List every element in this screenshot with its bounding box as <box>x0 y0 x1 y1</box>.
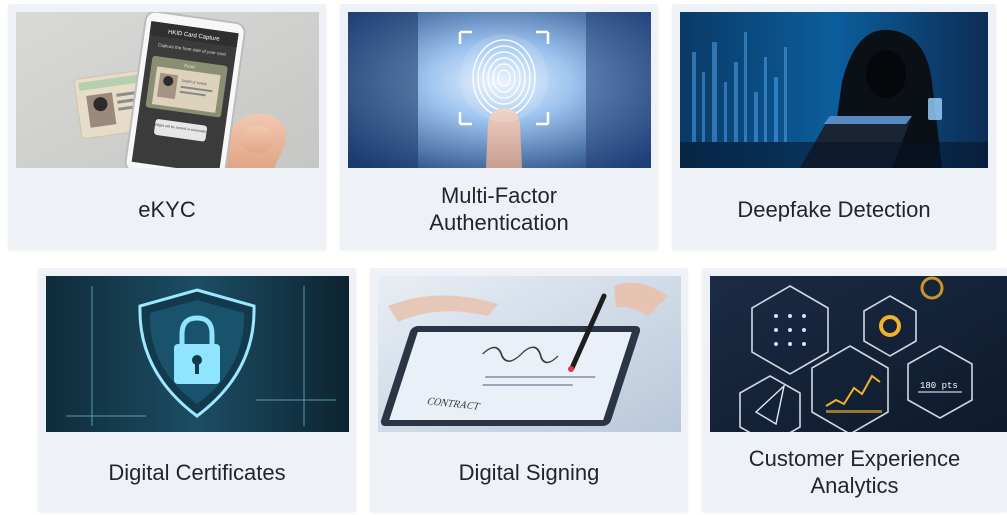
solution-card-multi-factor-authentication[interactable]: Multi-Factor Authentication <box>340 4 658 250</box>
solution-card-ekyc[interactable]: HKID Card Capture Capture the front side… <box>8 4 326 250</box>
svg-text:180 pts: 180 pts <box>920 381 958 391</box>
solution-card-deepfake-detection[interactable]: Deepfake Detection <box>672 4 996 250</box>
card-title: Deepfake Detection <box>737 196 931 222</box>
phone-id-card-capture-image: HKID Card Capture Capture the front side… <box>16 12 319 168</box>
hooded-hacker-laptop-image <box>680 12 988 168</box>
card-title: eKYC <box>138 196 196 222</box>
padlock-shield-image <box>46 276 349 432</box>
hexagon-analytics-dashboard-image: 180 pts <box>710 276 1007 432</box>
contract-tablet-signing-image: CONTRACT <box>378 276 681 432</box>
solution-card-customer-experience-analytics[interactable]: 180 pts Customer Experience Analytics <box>702 268 1007 512</box>
card-title: Digital Certificates <box>108 459 286 485</box>
solution-card-digital-signing[interactable]: CONTRACT Digital Signing <box>370 268 688 512</box>
card-title: Customer Experience Analytics <box>748 446 961 498</box>
card-title: Digital Signing <box>458 459 600 485</box>
fingerprint-scan-image <box>348 12 651 168</box>
solution-card-digital-certificates[interactable]: Digital Certificates <box>38 268 356 512</box>
card-title: Multi-Factor Authentication <box>429 183 569 235</box>
